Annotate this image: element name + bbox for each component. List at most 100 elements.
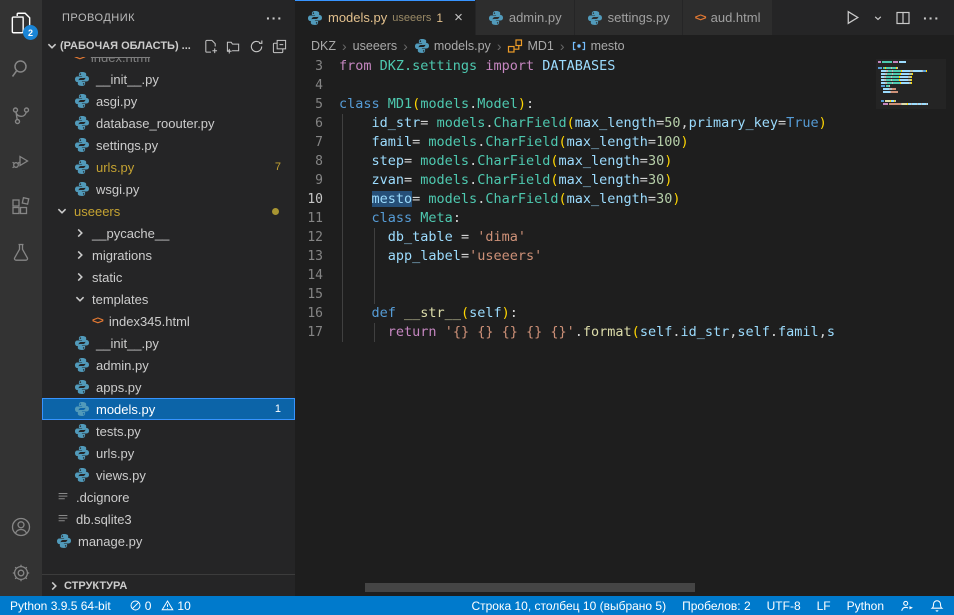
python-icon xyxy=(74,379,90,395)
close-icon[interactable]: × xyxy=(454,10,463,25)
run-debug-icon xyxy=(9,149,33,173)
code-editor[interactable]: 3from DKZ.settings import DATABASES45cla… xyxy=(295,57,954,596)
status-language-mode[interactable]: Python xyxy=(847,599,884,613)
breadcrumb-separator: › xyxy=(497,38,502,54)
tree-item-label: models.py xyxy=(96,402,155,417)
status-eol[interactable]: LF xyxy=(817,599,831,613)
code-line-14: 14 xyxy=(295,266,954,285)
tree-item-db-sqlite3[interactable]: db.sqlite3 xyxy=(42,508,295,530)
tree-item-label: .dcignore xyxy=(76,490,129,505)
tree-item-pycache[interactable]: __pycache__ xyxy=(42,222,295,244)
html-icon: <> xyxy=(695,12,706,24)
line-number: 12 xyxy=(295,228,339,247)
more-actions-icon[interactable]: ··· xyxy=(923,10,940,26)
breadcrumb-item-mesto[interactable]: mesto xyxy=(571,38,625,54)
status-python-interpreter[interactable]: Python 3.9.5 64-bit xyxy=(10,599,111,613)
status-indentation[interactable]: Пробелов: 2 xyxy=(682,599,751,613)
outline-section-header[interactable]: СТРУКТУРА xyxy=(42,574,295,596)
tree-item-asgi-py[interactable]: asgi.py xyxy=(42,90,295,112)
minimap-line xyxy=(878,67,946,69)
tree-item-migrations[interactable]: migrations xyxy=(42,244,295,266)
tab-models-py[interactable]: models.pyuseeers1× xyxy=(295,0,476,35)
minimap[interactable] xyxy=(876,59,946,109)
html-icon: <> xyxy=(92,315,103,327)
split-editor-button[interactable] xyxy=(895,10,911,26)
tab-settings-py[interactable]: settings.py xyxy=(575,0,683,35)
chevron-down-icon xyxy=(74,293,86,305)
tree-item-wsgi-py[interactable]: wsgi.py xyxy=(42,178,295,200)
tree-item-label: __init__.py xyxy=(96,336,159,351)
tree-item-init-py[interactable]: __init__.py xyxy=(42,68,295,90)
breadcrumb-item-dkz[interactable]: DKZ xyxy=(311,39,336,53)
activity-explorer-button[interactable]: 2 xyxy=(0,0,42,46)
new-folder-button[interactable] xyxy=(226,39,241,54)
tab-aud-html[interactable]: <>aud.html xyxy=(683,0,774,35)
breadcrumb-item-md1[interactable]: MD1 xyxy=(507,38,553,54)
workspace-section-header[interactable]: (РАБОЧАЯ ОБЛАСТЬ) ... xyxy=(42,35,295,57)
tree-item-admin-py[interactable]: admin.py xyxy=(42,354,295,376)
status-feedback[interactable] xyxy=(900,599,914,613)
tree-item-views-py[interactable]: views.py xyxy=(42,464,295,486)
python-icon xyxy=(56,533,72,549)
minimap-line xyxy=(878,76,946,78)
tree-item-static[interactable]: static xyxy=(42,266,295,288)
new-file-button[interactable] xyxy=(203,39,218,54)
line-content: mesto= models.CharField(max_length=30) xyxy=(339,190,680,209)
breadcrumb-item-models-py[interactable]: models.py xyxy=(414,38,491,54)
breadcrumb: DKZ›useeers›models.py›MD1›mesto xyxy=(295,35,954,57)
python-icon xyxy=(74,445,90,461)
breadcrumb-item-useeers[interactable]: useeers xyxy=(353,39,397,53)
tree-item-templates[interactable]: templates xyxy=(42,288,295,310)
indent-guide xyxy=(374,323,375,342)
tree-item-index345-html[interactable]: <>index345.html xyxy=(42,310,295,332)
source-control-icon xyxy=(9,103,33,127)
tree-item-urls-py[interactable]: urls.py xyxy=(42,442,295,464)
tree-item-tests-py[interactable]: tests.py xyxy=(42,420,295,442)
minimap-line xyxy=(878,97,946,99)
horizontal-scrollbar[interactable] xyxy=(365,583,695,592)
activity-extensions-button[interactable] xyxy=(0,184,42,230)
status-encoding[interactable]: UTF-8 xyxy=(767,599,801,613)
python-icon xyxy=(74,181,90,197)
breadcrumb-label: mesto xyxy=(591,39,625,53)
more-actions-icon[interactable]: ··· xyxy=(266,10,283,26)
activity-run-debug-button[interactable] xyxy=(0,138,42,184)
activity-search-button[interactable] xyxy=(0,46,42,92)
status-notifications[interactable] xyxy=(930,599,944,613)
run-button[interactable] xyxy=(844,9,861,26)
indent-guide xyxy=(374,228,375,247)
indent-guide xyxy=(342,114,343,133)
tree-item-database-roouter-py[interactable]: database_roouter.py xyxy=(42,112,295,134)
line-content: id_str= models.CharField(max_length=50,p… xyxy=(339,114,827,133)
tree-item-dcignore[interactable]: .dcignore xyxy=(42,486,295,508)
tree-item-manage-py[interactable]: manage.py xyxy=(42,530,295,552)
status-problems[interactable]: 010 xyxy=(129,599,191,613)
activity-source-control-button[interactable] xyxy=(0,92,42,138)
html-icon: <> xyxy=(74,57,85,63)
tree-item-models-py[interactable]: models.py1 xyxy=(42,398,295,420)
run-dropdown-chevron[interactable] xyxy=(873,13,883,23)
modified-dot xyxy=(272,208,279,215)
tree-item-init-py[interactable]: __init__.py xyxy=(42,332,295,354)
status-cursor-position[interactable]: Строка 10, столбец 10 (выбрано 5) xyxy=(471,599,666,613)
activity-account-button[interactable] xyxy=(0,504,42,550)
tree-item-useeers[interactable]: useeers xyxy=(42,200,295,222)
minimap-line xyxy=(878,94,946,96)
minimap-line xyxy=(878,91,946,93)
tree-item-index-html[interactable]: <>index.html xyxy=(42,57,295,68)
collapse-all-button[interactable] xyxy=(272,39,287,54)
python-interpreter-label: Python 3.9.5 64-bit xyxy=(10,599,111,613)
tree-item-apps-py[interactable]: apps.py xyxy=(42,376,295,398)
status-bar-right: Строка 10, столбец 10 (выбрано 5) Пробело… xyxy=(471,599,944,613)
minimap-line xyxy=(878,103,946,105)
tree-item-urls-py[interactable]: urls.py7 xyxy=(42,156,295,178)
indent-guide xyxy=(342,171,343,190)
activity-testing-button[interactable] xyxy=(0,230,42,276)
python-icon xyxy=(587,10,603,26)
refresh-button[interactable] xyxy=(249,39,264,54)
tab-admin-py[interactable]: admin.py xyxy=(476,0,575,35)
status-error-count: 0 xyxy=(129,599,152,613)
activity-settings-button[interactable] xyxy=(0,550,42,596)
indent-guide xyxy=(342,228,343,247)
tree-item-settings-py[interactable]: settings.py xyxy=(42,134,295,156)
